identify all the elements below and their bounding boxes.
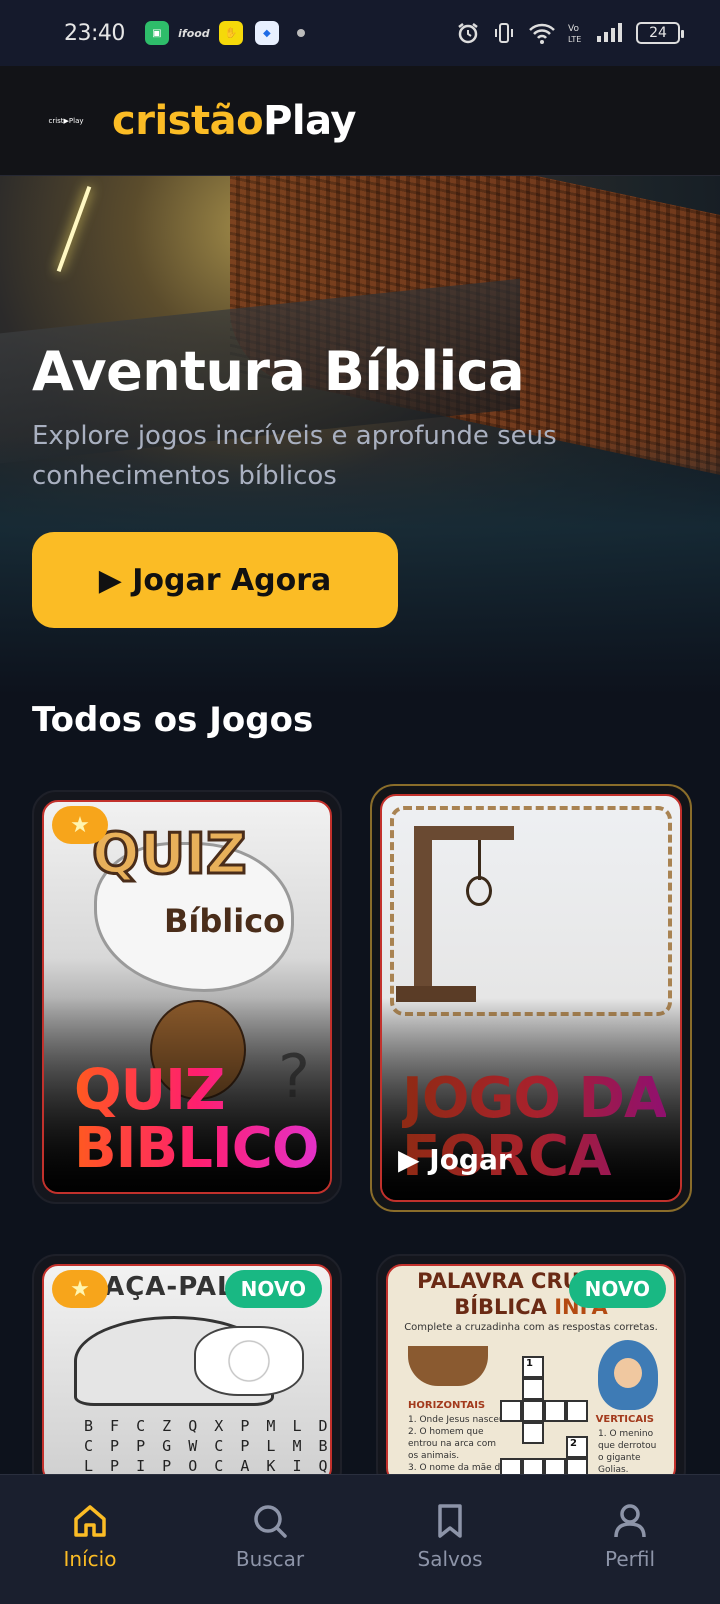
new-badge: NOVO [568,1270,666,1308]
battery-icon: 24 [636,22,684,44]
hero-content: Aventura Bíblica Explore jogos incríveis… [32,340,692,628]
play-now-button[interactable]: ▶ Jogar Agora [32,532,398,628]
signal-icon [597,23,622,42]
wifi-icon [529,23,555,44]
game-card-quiz[interactable]: QUIZ Bíblico ? QUIZ BIBLICO ★ [32,790,342,1204]
game-card-image: JOGO DA FORCA ▶ Jogar [380,794,682,1202]
app-logo[interactable]: crist▶Play [40,108,92,134]
nav-label: Início [63,1547,117,1571]
hero-subtitle: Explore jogos incríveis e aprofunde seus… [32,421,557,491]
logo-small-text: crist▶Play [48,116,84,125]
nav-item-perfil[interactable]: Perfil [540,1475,720,1604]
handshake-icon: ✋ [218,21,243,45]
status-time: 23:40 [64,20,125,46]
home-icon [74,1505,106,1537]
nav-item-salvos[interactable]: Salvos [360,1475,540,1604]
crossword-cell: 2 [566,1436,588,1458]
nav-item-buscar[interactable]: Buscar [180,1475,360,1604]
nav-label: Salvos [417,1547,483,1571]
play-overlay-button[interactable]: ▶ Jogar [398,1143,512,1176]
verticais-label: VERTICAIS [595,1414,654,1425]
battery-level: 24 [649,25,667,41]
noose-icon [466,876,492,906]
ifood-icon: ifood [178,26,210,40]
game-title-line1: JOGO DA [402,1066,667,1131]
game-card-palavra-cruzada[interactable]: PALAVRA CRUZADA BÍBLICA INFA Complete a … [376,1254,686,1494]
new-badge: NOVO [224,1270,322,1308]
alarm-icon [458,23,478,44]
game-title-line1: QUIZ [74,1062,318,1120]
game-title-line2: BIBLICO [74,1116,319,1181]
hero-lightning [56,186,92,272]
app-header: crist▶Play cristãoPlay [0,66,720,176]
quiz-art-word: QUIZ [91,821,249,889]
letter-grid: B F C Z Q X P M L D P C P P G W C P L M … [84,1417,332,1475]
brand-part1: cristão [112,97,264,144]
star-badge-icon: ★ [52,1270,108,1308]
more-notifications-dot-icon [296,29,305,37]
nav-label: Buscar [235,1547,305,1571]
status-bar: 23:40 ▣ ifood ✋ ◆ Vo LTE 24 [0,0,720,66]
ark-icon [408,1346,488,1386]
crossword-cell [522,1422,544,1444]
popcorn [194,1326,304,1396]
hero-title: Aventura Bíblica [32,340,525,403]
cruzada-subtitle: Complete a cruzadinha com as respostas c… [404,1322,658,1333]
horizontais-label: HORIZONTAIS [408,1400,486,1411]
game-card-image: CAÇA-PALA... B F C Z Q X P M L D P C P P… [42,1264,332,1484]
horizontal-clues: 1. Onde Jesus nasceu. 2. O homem que ent… [408,1415,508,1473]
crossword-cell [522,1378,544,1400]
section-title: Todos os Jogos [32,700,314,740]
star-badge-icon: ★ [52,806,108,844]
crossword-cell [544,1400,566,1422]
svg-text:Vo: Vo [568,24,579,34]
hero-banner: Aventura Bíblica Explore jogos incríveis… [0,176,720,696]
system-icons: Vo LTE 24 [456,21,684,45]
bottom-nav: Início Buscar Salvos Perfil [0,1474,720,1604]
notification-icons: ▣ ifood ✋ ◆ [144,21,305,45]
brand-title: cristãoPlay [112,98,356,144]
brand-part2: Play [263,97,356,144]
game-card-forca[interactable]: JOGO DA FORCA ▶ Jogar [370,784,692,1212]
game-card-caca-palavras[interactable]: CAÇA-PALA... B F C Z Q X P M L D P C P P… [32,1254,342,1494]
biblico-art-word: Bíblico [164,902,286,940]
printer-icon: ▣ [144,21,169,45]
game-title: QUIZ BIBLICO [74,1062,319,1181]
rope [478,840,481,880]
bookmark-icon [438,1504,462,1538]
game-card-image: QUIZ Bíblico ? QUIZ BIBLICO ★ [42,800,332,1194]
user-icon [614,1504,646,1538]
search-icon [254,1505,287,1538]
cruzada-title-line2a: BÍBLICA [454,1295,555,1319]
nav-label: Perfil [604,1547,656,1571]
crossword-cell [522,1400,544,1422]
volte-icon: VoLTE [568,24,581,44]
nav-item-inicio[interactable]: Início [0,1475,180,1604]
crossword-cell [500,1400,522,1422]
vibrate-icon [495,23,513,43]
blue-app-icon: ◆ [254,21,279,45]
game-card-image: PALAVRA CRUZADA BÍBLICA INFA Complete a … [386,1264,676,1484]
crossword-cell: 1 [522,1356,544,1378]
mary-figure [598,1340,658,1410]
svg-text:LTE: LTE [568,35,581,44]
gallows-post [414,826,432,996]
gallows-beam [414,826,514,840]
crossword-cell [566,1400,588,1422]
